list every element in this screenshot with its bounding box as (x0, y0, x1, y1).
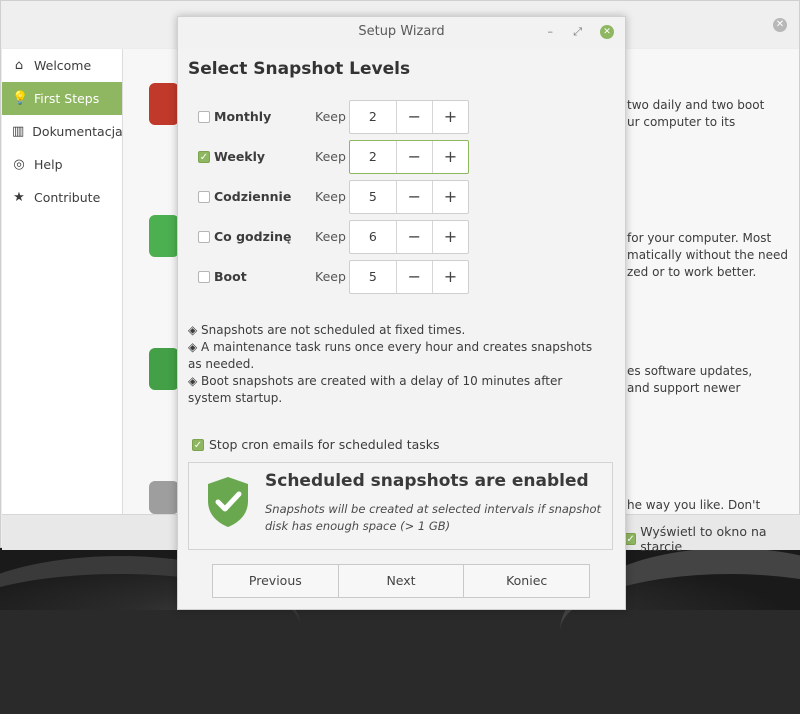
stop-cron-emails-checkbox[interactable]: ✓ Stop cron emails for scheduled tasks (192, 437, 440, 452)
level-label: Weekly (214, 149, 266, 164)
sidebar-item-first-steps[interactable]: 💡 First Steps (2, 82, 122, 115)
sidebar-item-label: Welcome (34, 58, 92, 73)
next-button[interactable]: Next (337, 565, 464, 597)
weekly-value-input[interactable]: 2 (350, 141, 397, 173)
book-icon: ▥ (12, 124, 25, 139)
note-item: ◈ Snapshots are not scheduled at fixed t… (188, 323, 466, 337)
notes: ◈ Snapshots are not scheduled at fixed t… (188, 322, 598, 407)
hourly-stepper: 6 − + (349, 220, 469, 254)
level-label: Boot (214, 269, 247, 284)
decrement-button[interactable]: − (397, 181, 432, 213)
startup-checkbox[interactable]: ✓ Wyświetl to okno na starcie (625, 524, 799, 554)
daily-checkbox[interactable] (198, 191, 210, 203)
sidebar-item-label: Contribute (34, 190, 101, 205)
decrement-button[interactable]: − (397, 221, 432, 253)
increment-button[interactable]: + (431, 101, 468, 133)
cron-label: Stop cron emails for scheduled tasks (209, 437, 440, 452)
sidebar-item-label: Help (34, 157, 63, 172)
home-icon: ⌂ (14, 58, 24, 73)
finish-button[interactable]: Koniec (463, 565, 589, 597)
monthly-checkbox[interactable] (198, 111, 210, 123)
sidebar: ⌂ Welcome 💡 First Steps ▥ Dokumentacja ◎… (2, 49, 123, 514)
status-description: Snapshots will be created at selected in… (265, 502, 602, 533)
shield-check-icon (208, 477, 248, 527)
weekly-stepper: 2 − + (349, 140, 469, 174)
level-row-boot: Boot Keep 5 − + (198, 260, 478, 294)
weekly-checkbox[interactable]: ✓ (198, 151, 210, 163)
minimize-icon[interactable]: – (548, 17, 554, 47)
sidebar-item-documentation[interactable]: ▥ Dokumentacja (2, 115, 123, 148)
sidebar-item-help[interactable]: ◎ Help (2, 148, 122, 181)
settings-app-icon[interactable] (149, 481, 179, 514)
lightbulb-icon: 💡 (12, 91, 29, 106)
keep-label: Keep (315, 149, 346, 164)
hourly-checkbox[interactable] (198, 231, 210, 243)
previous-button[interactable]: Previous (213, 565, 338, 597)
monthly-stepper: 2 − + (349, 100, 469, 134)
bg-text: for your computer. Most (627, 231, 772, 245)
hourly-value-input[interactable]: 6 (350, 221, 397, 253)
bg-text: es software updates, (627, 364, 753, 378)
daily-stepper: 5 − + (349, 180, 469, 214)
daily-value-input[interactable]: 5 (350, 181, 397, 213)
check-icon: ✓ (192, 438, 204, 451)
level-row-monthly: Monthly Keep 2 − + (198, 100, 478, 134)
level-row-hourly: Co godzinę Keep 6 − + (198, 220, 478, 254)
dialog-title: Setup Wizard (358, 24, 445, 39)
increment-button[interactable]: + (431, 141, 468, 173)
update-app-icon[interactable] (149, 348, 179, 390)
setup-wizard-dialog: Setup Wizard – ⤢ ✕ Select Snapshot Level… (177, 16, 626, 610)
startup-label: Wyświetl to okno na starcie (640, 524, 767, 554)
level-label: Co godzinę (214, 229, 292, 244)
keep-label: Keep (315, 109, 346, 124)
maximize-icon[interactable]: ⤢ (573, 17, 582, 47)
wizard-navigation: Previous Next Koniec (212, 564, 590, 598)
bg-text: ur computer to its (627, 115, 736, 129)
sidebar-item-label: Dokumentacja (32, 124, 123, 139)
bg-text: and support newer (627, 381, 741, 395)
bg-text: he way you like. Don't (627, 498, 761, 512)
level-row-daily: Codziennie Keep 5 − + (198, 180, 478, 214)
increment-button[interactable]: + (431, 181, 468, 213)
check-icon: ✓ (625, 533, 637, 545)
increment-button[interactable]: + (431, 261, 468, 293)
level-label: Codziennie (214, 189, 292, 204)
close-icon[interactable]: ✕ (600, 25, 614, 39)
decrement-button[interactable]: − (397, 261, 432, 293)
star-icon: ★ (13, 190, 25, 205)
boot-checkbox[interactable] (198, 271, 210, 283)
keep-label: Keep (315, 189, 346, 204)
decrement-button[interactable]: − (397, 101, 432, 133)
sidebar-item-contribute[interactable]: ★ Contribute (2, 181, 122, 214)
bg-text: two daily and two boot (627, 98, 765, 112)
note-item: ◈ A maintenance task runs once every hou… (188, 340, 593, 371)
level-row-weekly: ✓ Weekly Keep 2 − + (198, 140, 478, 174)
keep-label: Keep (315, 229, 346, 244)
welcome-close-icon[interactable]: ✕ (773, 18, 787, 32)
decrement-button[interactable]: − (397, 141, 432, 173)
level-label: Monthly (214, 109, 272, 124)
keep-label: Keep (315, 269, 346, 284)
status-title: Scheduled snapshots are enabled (265, 471, 589, 491)
bg-text: matically without the need (627, 248, 789, 262)
boot-stepper: 5 − + (349, 260, 469, 294)
bg-text: zed or to work better. (627, 265, 757, 279)
note-item: ◈ Boot snapshots are created with a dela… (188, 374, 563, 405)
driver-app-icon[interactable] (149, 215, 179, 257)
backup-app-icon[interactable] (149, 83, 179, 125)
increment-button[interactable]: + (431, 221, 468, 253)
boot-value-input[interactable]: 5 (350, 261, 397, 293)
page-title: Select Snapshot Levels (188, 59, 411, 79)
monthly-value-input[interactable]: 2 (350, 101, 397, 133)
dialog-titlebar: Setup Wizard – ⤢ ✕ (178, 17, 625, 47)
sidebar-item-label: First Steps (34, 91, 100, 106)
help-icon: ◎ (13, 157, 25, 172)
sidebar-item-welcome[interactable]: ⌂ Welcome (2, 49, 122, 82)
status-panel: Scheduled snapshots are enabled Snapshot… (188, 462, 613, 550)
